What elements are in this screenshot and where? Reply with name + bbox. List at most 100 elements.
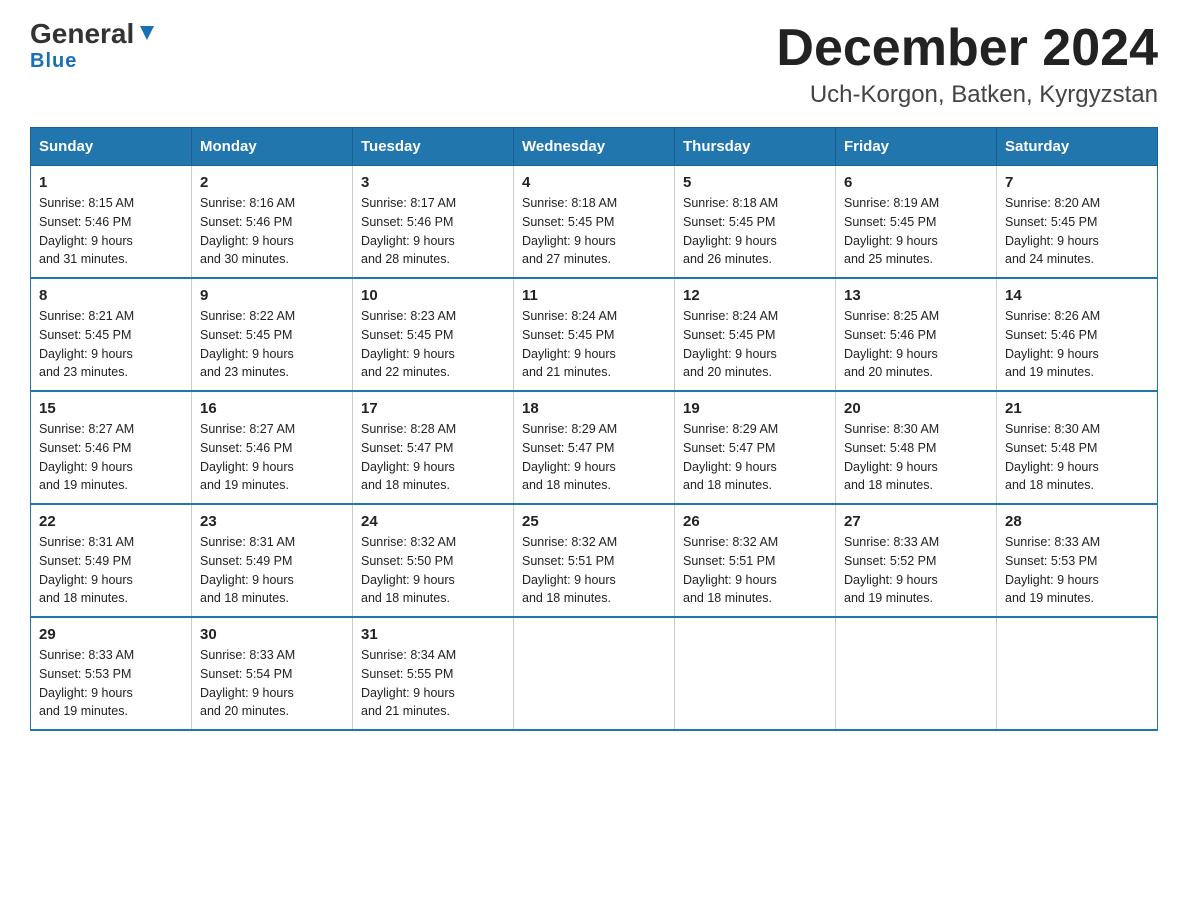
calendar-cell: 11Sunrise: 8:24 AM Sunset: 5:45 PM Dayli… [514,278,675,391]
day-number: 25 [522,513,666,530]
calendar-cell: 18 Sunrise: 8:29 AM Sunset: 5:47 PM Dayli… [514,391,675,504]
calendar-cell: 6 Sunrise: 8:19 AM Sunset: 5:45 PM Daylig… [836,166,997,279]
day-number: 18 [522,400,666,417]
day-info: Sunrise: 8:17 AM Sunset: 5:46 PM Dayligh… [361,194,505,269]
day-number: 3 [361,174,505,191]
column-header-monday: Monday [192,128,353,166]
calendar-cell: 22 Sunrise: 8:31 AM Sunset: 5:49 PM Dayli… [31,504,192,617]
day-number: 26 [683,513,827,530]
day-info: Sunrise: 8:32 AM Sunset: 5:50 PM Dayligh… [361,533,505,608]
calendar-cell: 19 Sunrise: 8:29 AM Sunset: 5:47 PM Dayli… [675,391,836,504]
day-info: Sunrise: 8:33 AM Sunset: 5:54 PM Dayligh… [200,646,344,721]
day-number: 14 [1005,287,1149,304]
day-number: 20 [844,400,988,417]
day-number: 31 [361,626,505,643]
day-number: 8 [39,287,183,304]
column-header-thursday: Thursday [675,128,836,166]
day-info: Sunrise: 8:23 AM Sunset: 5:45 PM Dayligh… [361,307,505,382]
day-info: Sunrise: 8:21 AM Sunset: 5:45 PM Dayligh… [39,307,183,382]
calendar-cell: 2 Sunrise: 8:16 AM Sunset: 5:46 PM Daylig… [192,166,353,279]
calendar-cell: 9Sunrise: 8:22 AM Sunset: 5:45 PM Daylig… [192,278,353,391]
day-number: 30 [200,626,344,643]
calendar-header-row: SundayMondayTuesdayWednesdayThursdayFrid… [31,128,1158,166]
day-info: Sunrise: 8:25 AM Sunset: 5:46 PM Dayligh… [844,307,988,382]
calendar-cell: 30 Sunrise: 8:33 AM Sunset: 5:54 PM Dayli… [192,617,353,730]
day-number: 21 [1005,400,1149,417]
calendar-cell: 23 Sunrise: 8:31 AM Sunset: 5:49 PM Dayli… [192,504,353,617]
calendar-cell: 17 Sunrise: 8:28 AM Sunset: 5:47 PM Dayli… [353,391,514,504]
column-header-saturday: Saturday [997,128,1158,166]
day-info: Sunrise: 8:22 AM Sunset: 5:45 PM Dayligh… [200,307,344,382]
calendar-cell: 5Sunrise: 8:18 AM Sunset: 5:45 PM Daylig… [675,166,836,279]
day-info: Sunrise: 8:33 AM Sunset: 5:53 PM Dayligh… [1005,533,1149,608]
day-info: Sunrise: 8:18 AM Sunset: 5:45 PM Dayligh… [522,194,666,269]
calendar-cell: 20 Sunrise: 8:30 AM Sunset: 5:48 PM Dayli… [836,391,997,504]
calendar-cell [997,617,1158,730]
calendar-cell: 26Sunrise: 8:32 AM Sunset: 5:51 PM Dayli… [675,504,836,617]
calendar-cell: 25 Sunrise: 8:32 AM Sunset: 5:51 PM Dayli… [514,504,675,617]
day-number: 4 [522,174,666,191]
day-number: 12 [683,287,827,304]
logo-blue: Blue [30,50,77,73]
day-number: 2 [200,174,344,191]
day-info: Sunrise: 8:30 AM Sunset: 5:48 PM Dayligh… [844,420,988,495]
calendar-cell: 27Sunrise: 8:33 AM Sunset: 5:52 PM Dayli… [836,504,997,617]
day-info: Sunrise: 8:33 AM Sunset: 5:53 PM Dayligh… [39,646,183,721]
day-info: Sunrise: 8:29 AM Sunset: 5:47 PM Dayligh… [522,420,666,495]
logo-general: General [30,20,134,48]
day-info: Sunrise: 8:32 AM Sunset: 5:51 PM Dayligh… [522,533,666,608]
day-info: Sunrise: 8:27 AM Sunset: 5:46 PM Dayligh… [39,420,183,495]
column-header-tuesday: Tuesday [353,128,514,166]
calendar-week-row: 29 Sunrise: 8:33 AM Sunset: 5:53 PM Dayli… [31,617,1158,730]
day-number: 28 [1005,513,1149,530]
day-info: Sunrise: 8:29 AM Sunset: 5:47 PM Dayligh… [683,420,827,495]
day-number: 22 [39,513,183,530]
day-info: Sunrise: 8:28 AM Sunset: 5:47 PM Dayligh… [361,420,505,495]
day-info: Sunrise: 8:24 AM Sunset: 5:45 PM Dayligh… [683,307,827,382]
day-info: Sunrise: 8:15 AM Sunset: 5:46 PM Dayligh… [39,194,183,269]
day-number: 29 [39,626,183,643]
calendar-cell: 21Sunrise: 8:30 AM Sunset: 5:48 PM Dayli… [997,391,1158,504]
calendar-cell: 12 Sunrise: 8:24 AM Sunset: 5:45 PM Dayli… [675,278,836,391]
title-block: December 2024 Uch-Korgon, Batken, Kyrgyz… [776,20,1158,109]
day-number: 27 [844,513,988,530]
page-title: December 2024 [776,20,1158,77]
day-number: 23 [200,513,344,530]
day-info: Sunrise: 8:27 AM Sunset: 5:46 PM Dayligh… [200,420,344,495]
day-number: 19 [683,400,827,417]
day-info: Sunrise: 8:20 AM Sunset: 5:45 PM Dayligh… [1005,194,1149,269]
column-header-friday: Friday [836,128,997,166]
calendar-cell: 24 Sunrise: 8:32 AM Sunset: 5:50 PM Dayli… [353,504,514,617]
day-info: Sunrise: 8:31 AM Sunset: 5:49 PM Dayligh… [39,533,183,608]
day-info: Sunrise: 8:26 AM Sunset: 5:46 PM Dayligh… [1005,307,1149,382]
day-number: 5 [683,174,827,191]
calendar-cell: 16 Sunrise: 8:27 AM Sunset: 5:46 PM Dayli… [192,391,353,504]
day-info: Sunrise: 8:31 AM Sunset: 5:49 PM Dayligh… [200,533,344,608]
day-number: 13 [844,287,988,304]
calendar-cell: 10 Sunrise: 8:23 AM Sunset: 5:45 PM Dayli… [353,278,514,391]
calendar-cell: 1Sunrise: 8:15 AM Sunset: 5:46 PM Daylig… [31,166,192,279]
calendar-week-row: 8 Sunrise: 8:21 AM Sunset: 5:45 PM Daylig… [31,278,1158,391]
day-info: Sunrise: 8:16 AM Sunset: 5:46 PM Dayligh… [200,194,344,269]
calendar-cell [514,617,675,730]
column-header-wednesday: Wednesday [514,128,675,166]
calendar-cell: 13 Sunrise: 8:25 AM Sunset: 5:46 PM Dayli… [836,278,997,391]
calendar-cell [836,617,997,730]
day-number: 10 [361,287,505,304]
calendar-cell: 15Sunrise: 8:27 AM Sunset: 5:46 PM Dayli… [31,391,192,504]
calendar-cell: 7Sunrise: 8:20 AM Sunset: 5:45 PM Daylig… [997,166,1158,279]
page-subtitle: Uch-Korgon, Batken, Kyrgyzstan [776,81,1158,109]
calendar-table: SundayMondayTuesdayWednesdayThursdayFrid… [30,127,1158,731]
day-info: Sunrise: 8:19 AM Sunset: 5:45 PM Dayligh… [844,194,988,269]
day-number: 11 [522,287,666,304]
calendar-cell: 3 Sunrise: 8:17 AM Sunset: 5:46 PM Daylig… [353,166,514,279]
day-number: 16 [200,400,344,417]
day-number: 6 [844,174,988,191]
day-number: 17 [361,400,505,417]
calendar-week-row: 1Sunrise: 8:15 AM Sunset: 5:46 PM Daylig… [31,166,1158,279]
calendar-cell: 14 Sunrise: 8:26 AM Sunset: 5:46 PM Dayli… [997,278,1158,391]
day-number: 24 [361,513,505,530]
calendar-week-row: 15Sunrise: 8:27 AM Sunset: 5:46 PM Dayli… [31,391,1158,504]
logo: General Blue [30,20,158,73]
column-header-sunday: Sunday [31,128,192,166]
